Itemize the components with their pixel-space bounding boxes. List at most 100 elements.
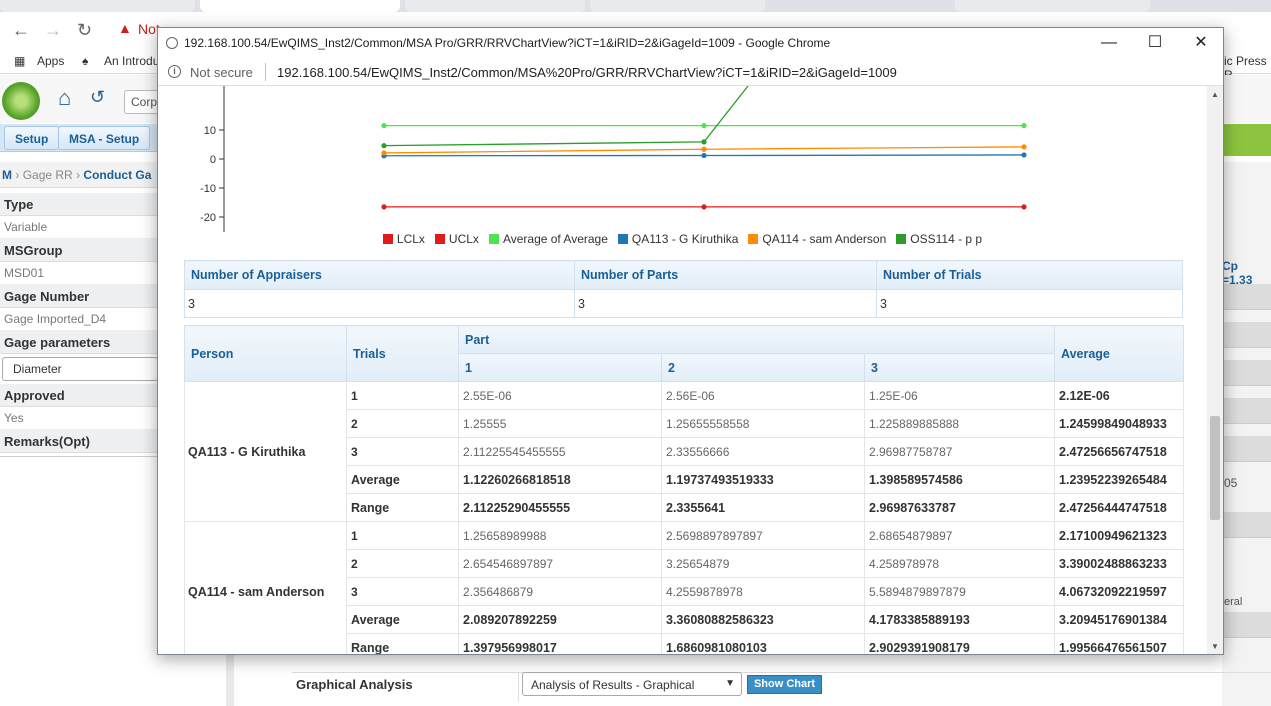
data-point bbox=[1021, 204, 1027, 210]
field-label-remarks: Remarks(Opt) bbox=[0, 430, 160, 453]
legend-label: QA113 - G Kiruthika bbox=[631, 232, 739, 246]
y-tick-label: -10 bbox=[200, 183, 216, 195]
header-person: Person bbox=[184, 325, 347, 382]
average-value: 2.12E-06 bbox=[1054, 381, 1185, 410]
popup-content: 100-10-20Part1Part2Part3 LCLxUCLxAverage… bbox=[158, 86, 1207, 654]
gage-parameter-select[interactable]: Diameter bbox=[2, 357, 158, 381]
minimize-icon[interactable]: — bbox=[1094, 31, 1124, 55]
header-number-of-appraisers: Number of Appraisers bbox=[184, 260, 575, 290]
part-1-value: 2.089207892259 bbox=[458, 605, 662, 634]
warning-icon: ▲ bbox=[118, 20, 132, 36]
menu-setup[interactable]: Setup bbox=[4, 126, 60, 150]
part-1-value: 2.654546897897 bbox=[458, 549, 662, 578]
part-3-value: 5.5894879897879 bbox=[863, 577, 1056, 606]
header-part-3: 3 bbox=[863, 353, 1056, 382]
data-point bbox=[701, 152, 707, 159]
forward-arrow-icon[interactable]: → bbox=[44, 20, 62, 41]
chart-legend: LCLx UCLx Average of Average QA113 - G Kiru… bbox=[158, 232, 1207, 246]
header-trials: Trials bbox=[346, 325, 459, 382]
analysis-type-select[interactable]: Analysis of Results - Graphical ▼ bbox=[522, 672, 742, 696]
field-label-msgroup: MSGroup bbox=[0, 239, 160, 262]
table-row: QA113 - G Kiruthika 1 2.55E-06 2.56E-06 1.25… bbox=[184, 381, 1185, 522]
part-1-value: 2.55E-06 bbox=[458, 381, 662, 410]
scrollbar-thumb[interactable] bbox=[1210, 416, 1220, 520]
right-row bbox=[1222, 284, 1271, 310]
divider bbox=[518, 672, 519, 702]
data-point bbox=[381, 204, 387, 210]
scroll-down-icon[interactable]: ▼ bbox=[1211, 642, 1219, 651]
background-tab[interactable] bbox=[0, 0, 195, 12]
legend-label: QA114 - sam Anderson bbox=[762, 232, 887, 246]
part-3-value: 1.398589574586 bbox=[863, 465, 1056, 494]
bookmark-apps[interactable]: Apps bbox=[37, 54, 64, 68]
field-label-type: Type bbox=[0, 193, 160, 216]
legend-item[interactable]: OSS114 - p p bbox=[896, 232, 982, 246]
app-logo bbox=[2, 82, 40, 120]
data-point bbox=[1021, 123, 1027, 129]
popup-titlebar: 192.168.100.54/EwQIMS_Inst2/Common/MSA P… bbox=[158, 28, 1223, 58]
legend-item[interactable]: Average of Average bbox=[488, 232, 608, 246]
dropdown-caret-icon: ▼ bbox=[725, 678, 735, 689]
apps-grid-icon[interactable]: ▦ bbox=[14, 54, 25, 68]
legend-item[interactable]: LCLx bbox=[382, 232, 425, 246]
background-tab[interactable] bbox=[955, 0, 1150, 12]
average-value: 3.39002488863233 bbox=[1054, 549, 1185, 578]
part-3-value: 1.225889885888 bbox=[863, 409, 1056, 438]
refresh-icon[interactable]: ↺ bbox=[90, 88, 108, 106]
green-accent-bar bbox=[1222, 124, 1271, 156]
right-label: eral bbox=[1224, 596, 1243, 608]
breadcrumb-gage-rr[interactable]: Gage RR bbox=[23, 168, 73, 182]
legend-item[interactable]: QA114 - sam Anderson bbox=[748, 232, 886, 246]
header-part-2: 2 bbox=[661, 353, 865, 382]
background-tab[interactable] bbox=[590, 0, 765, 12]
gage-details-panel: Type Variable MSGroup MSD01 Gage Number … bbox=[0, 193, 160, 453]
y-tick-label: 10 bbox=[204, 125, 216, 137]
popup-url[interactable]: 192.168.100.54/EwQIMS_Inst2/Common/MSA%2… bbox=[277, 65, 897, 80]
average-value: 1.23952239265484 bbox=[1054, 465, 1185, 494]
header-part: Part bbox=[457, 325, 1056, 354]
field-label-gage-number: Gage Number bbox=[0, 285, 160, 308]
right-row bbox=[1222, 322, 1271, 348]
right-row bbox=[1222, 512, 1271, 538]
maximize-icon[interactable]: ☐ bbox=[1140, 31, 1170, 55]
show-chart-button[interactable]: Show Chart bbox=[747, 675, 822, 694]
reload-icon[interactable]: ↻ bbox=[77, 20, 92, 41]
trial-label: 2 bbox=[346, 409, 459, 438]
part-2-value: 2.3355641 bbox=[661, 493, 865, 522]
average-value: 1.24599849048933 bbox=[1054, 409, 1185, 438]
right-row bbox=[1222, 436, 1271, 462]
menu-msa-setup[interactable]: MSA - Setup bbox=[58, 126, 151, 150]
trial-label: 3 bbox=[346, 437, 459, 466]
header-part-1: 1 bbox=[458, 353, 662, 382]
value-number-of-appraisers: 3 bbox=[184, 289, 575, 318]
part-1-value: 1.25555 bbox=[458, 409, 662, 438]
part-3-value: 4.1783385889193 bbox=[863, 605, 1056, 634]
popup-window: 192.168.100.54/EwQIMS_Inst2/Common/MSA P… bbox=[157, 27, 1224, 655]
back-arrow-icon[interactable]: ← bbox=[12, 20, 30, 41]
legend-label: OSS114 - p p bbox=[910, 232, 983, 246]
part-2-value: 1.6860981080103 bbox=[661, 633, 865, 654]
header-number-of-parts: Number of Parts bbox=[574, 260, 877, 290]
breadcrumb-home[interactable]: M bbox=[2, 168, 12, 182]
bookmark-an-introduction[interactable]: An Introdu bbox=[104, 54, 159, 68]
right-row bbox=[1222, 612, 1271, 638]
series-line-oss114-p-p bbox=[383, 141, 705, 147]
part-1-value: 1.12260266818518 bbox=[458, 465, 662, 494]
legend-swatch bbox=[748, 234, 759, 244]
value-number-of-parts: 3 bbox=[574, 289, 877, 318]
field-label-gage-parameters: Gage parameters bbox=[0, 331, 160, 354]
info-icon[interactable]: i bbox=[168, 65, 181, 78]
part-1-value: 2.11225290455555 bbox=[458, 493, 662, 522]
not-secure-label[interactable]: Not secure bbox=[190, 65, 253, 80]
popup-scrollbar[interactable]: ▲ ▼ bbox=[1207, 86, 1223, 654]
field-value-type: Variable bbox=[0, 216, 160, 239]
legend-item[interactable]: QA113 - G Kiruthika bbox=[617, 232, 739, 246]
close-icon[interactable]: ✕ bbox=[1186, 31, 1216, 55]
background-tab[interactable] bbox=[405, 0, 585, 12]
legend-item[interactable]: UCLx bbox=[434, 232, 479, 246]
scroll-up-icon[interactable]: ▲ bbox=[1211, 90, 1219, 99]
home-icon[interactable]: ⌂ bbox=[58, 86, 82, 110]
legend-swatch bbox=[896, 234, 907, 244]
background-tab-active[interactable] bbox=[200, 0, 400, 12]
part-2-value: 2.56E-06 bbox=[661, 381, 865, 410]
